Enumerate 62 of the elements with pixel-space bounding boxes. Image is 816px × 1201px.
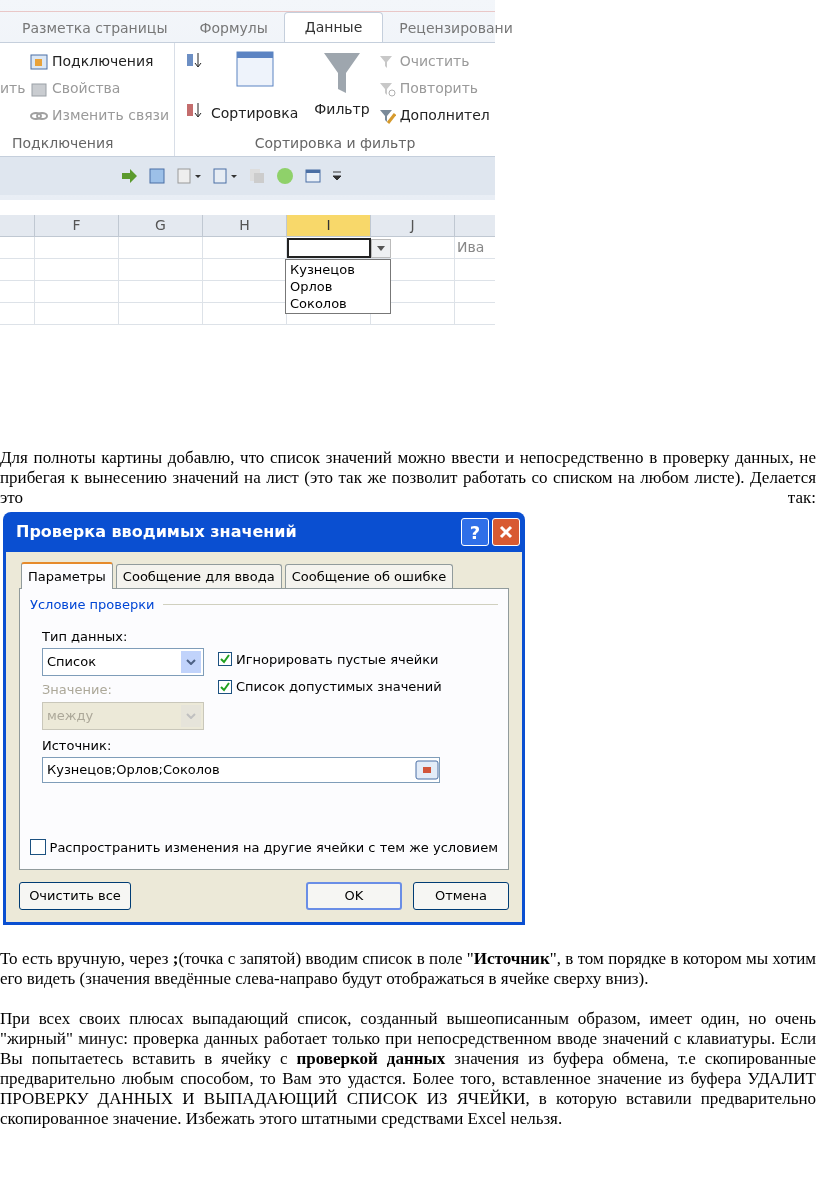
link-icon	[30, 109, 48, 122]
active-cell[interactable]	[287, 238, 371, 258]
paragraph: То есть вручную, через ;(точка с запятой) вводим список в поле "Источник", в том порядке в котором мы хотим его видеть (значения введённые слева-направо будут отображаться в ячейке сверху вниз).	[0, 949, 816, 989]
checkbox[interactable]	[30, 839, 46, 856]
close-icon	[499, 525, 513, 539]
column-header[interactable]: J	[371, 215, 455, 236]
dropdown-arrow-button[interactable]	[371, 239, 391, 258]
connections-icon	[30, 52, 48, 71]
dialog-button[interactable]: Очистить все	[19, 882, 131, 910]
check-icon	[220, 681, 230, 692]
dropdown-option[interactable]: Кузнецов	[290, 261, 386, 278]
checkbox-label[interactable]: Список допустимых значений	[236, 677, 442, 697]
sort-button[interactable]: Сортировка	[211, 51, 299, 133]
arrow-icon	[120, 167, 138, 185]
ribbon-tab[interactable]: Формулы	[183, 14, 284, 42]
dropdown-option[interactable]: Соколов	[290, 295, 386, 312]
ribbon-tab[interactable]: Разметка страницы	[6, 14, 184, 42]
chevron-down-icon	[186, 659, 196, 665]
dialog-tab[interactable]: Сообщение об ошибке	[284, 564, 454, 588]
source-field[interactable]: Кузнецов;Орлов;Соколов	[42, 757, 440, 783]
close-button[interactable]	[492, 518, 520, 546]
copy-icon	[248, 167, 266, 185]
paragraph: При всех своих плюсах выпадающий список, созданный вышеописанным образом, имеет один, но очень "жирный" минус: проверка данных работает только при непосредственном вводе значений с клавиатуры. Если Вы попытаетесь вставить в ячейку с проверкой данных значения из буфера обмена, т.е скопированные предварительно любым способом, то Вам это удастся. Более того, вставленное значение из буфера УДАЛИТ ПРОВЕРКУ ДАННЫХ И ВЫПАДАЮЩИЙ СПИСОК ИЗ ЯЧЕЙКИ, в которую вставили предварительно скопированное значение. Избежать этого штатными средствами Excel нельзя.	[0, 1009, 816, 1129]
checkbox[interactable]	[218, 652, 232, 667]
field-label: Значение:	[42, 681, 113, 699]
funnel-icon	[321, 51, 362, 95]
dialog-button[interactable]: OK	[306, 882, 402, 910]
dialog-tab[interactable]: Сообщение для ввода	[115, 564, 282, 588]
ribbon-button[interactable]: Дополнител	[377, 105, 490, 126]
help-button[interactable]: ?	[461, 518, 489, 546]
chevron-down-icon	[186, 712, 196, 719]
field-label: Источник:	[41, 736, 113, 755]
column-header[interactable]: I	[287, 215, 371, 236]
select-field[interactable]: Список	[42, 648, 204, 676]
section-title: Условие проверки	[30, 596, 155, 614]
range-picker-icon	[415, 760, 439, 780]
field-label: Тип данных:	[42, 627, 129, 646]
group-title: Подключения	[11, 134, 115, 153]
ribbon-tab[interactable]: Данные	[283, 12, 384, 42]
dialog-button[interactable]: Отмена	[413, 882, 509, 910]
sort-dialog-icon	[235, 51, 274, 87]
checkbox-label[interactable]: Распространить изменения на другие ячейки с тем же условием	[49, 837, 498, 857]
checkbox[interactable]	[218, 679, 232, 694]
dialog-tab[interactable]: Параметры	[21, 562, 113, 589]
paragraph: Для полноты картины добавлю, что список значений можно ввести и непосредственно в проверку данных, не прибегая к вынесению значений на лист (это так же позволит работать со списком на любом листе). Делается это так:	[0, 448, 816, 508]
window-icon	[304, 167, 322, 185]
sort-az-icon	[185, 51, 203, 69]
check-icon	[220, 654, 230, 665]
column-header[interactable]: F	[35, 215, 119, 236]
ribbon-button[interactable]: Подключения	[30, 51, 170, 72]
window-title: Проверка вводимых значений	[16, 521, 297, 543]
filter-button[interactable]: Фильтр	[314, 51, 370, 133]
group-title: Сортировка и фильтр	[253, 134, 417, 153]
page-icon	[176, 167, 202, 185]
circle-icon	[276, 167, 294, 185]
dropdown-option[interactable]: Орлов	[290, 278, 386, 295]
table-cell-text: Ива	[456, 238, 485, 257]
column-header[interactable]: G	[119, 215, 203, 236]
ribbon-tab[interactable]: Рецензировани	[383, 14, 529, 42]
sort-za-icon	[185, 101, 203, 119]
checkbox-label[interactable]: Игнорировать пустые ячейки	[236, 649, 439, 669]
caret-icon	[377, 246, 385, 251]
